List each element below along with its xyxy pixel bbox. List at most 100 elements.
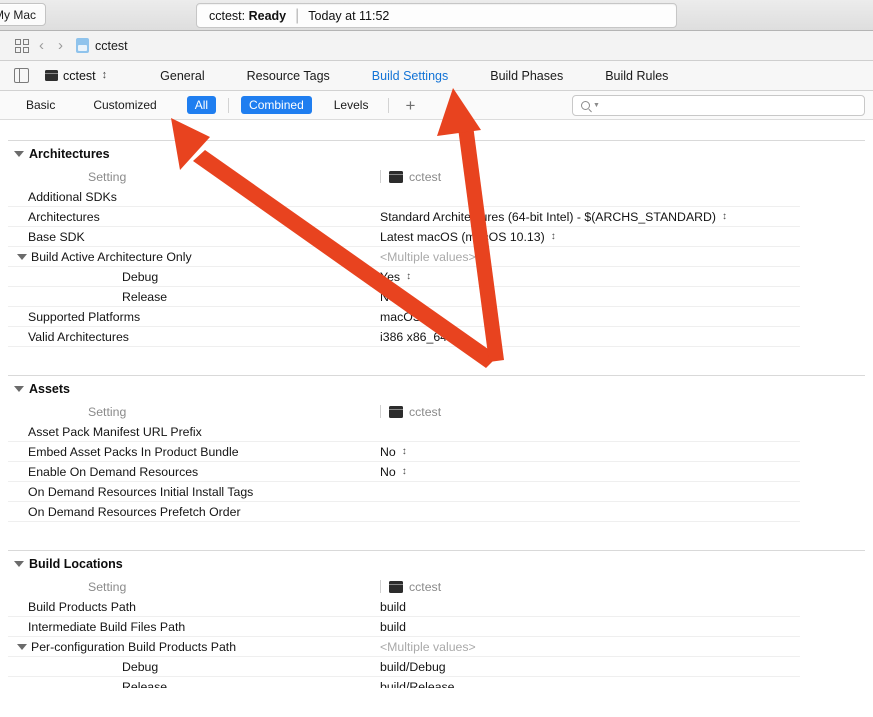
setting-value-label: <Multiple values>	[380, 250, 476, 264]
setting-value-cell[interactable]: <Multiple values>	[380, 640, 873, 654]
chevron-left-icon[interactable]: ‹	[32, 38, 51, 53]
setting-value-label: <Multiple values>	[380, 640, 476, 654]
setting-value-cell[interactable]: build	[380, 620, 873, 634]
tab-build-phases[interactable]: Build Phases	[469, 69, 584, 83]
build-setting-row[interactable]: Valid Architectures i386 x86_64	[0, 327, 873, 347]
build-setting-row[interactable]: Enable On Demand Resources No ↕	[0, 462, 873, 482]
chevron-updown-icon[interactable]: ↕	[402, 292, 407, 302]
filter-basic[interactable]: Basic	[18, 96, 63, 114]
table-column-header: Setting cctest	[0, 401, 873, 422]
setting-name-label: Additional SDKs	[28, 190, 117, 204]
tab-resource-tags[interactable]: Resource Tags	[226, 69, 351, 83]
build-setting-row[interactable]: On Demand Resources Prefetch Order	[0, 502, 873, 522]
setting-value-cell[interactable]: build/Debug	[380, 660, 873, 674]
setting-value-label: build/Debug	[380, 660, 446, 674]
column-header-target: cctest	[380, 170, 873, 184]
chevron-updown-icon[interactable]: ↕	[551, 232, 556, 242]
disclosure-triangle-icon[interactable]	[14, 561, 24, 567]
status-scheme-label: cctest: Ready	[209, 8, 287, 23]
chevron-updown-icon[interactable]: ↕	[722, 212, 727, 222]
build-setting-row[interactable]: Debug Yes ↕	[0, 267, 873, 287]
build-setting-row[interactable]: Per-configuration Build Products Path <Mu…	[0, 637, 873, 657]
status-separator: |	[295, 6, 300, 24]
search-input[interactable]	[602, 99, 864, 112]
filter-all[interactable]: All	[186, 96, 217, 114]
setting-name-cell: Base SDK	[0, 230, 380, 244]
setting-value-cell[interactable]: Standard Architectures (64-bit Intel) - …	[380, 210, 873, 224]
build-setting-row[interactable]: Build Active Architecture Only <Multiple …	[0, 247, 873, 267]
settings-section: Architectures Setting cctest Additional SDK…	[0, 140, 873, 375]
tab-build-settings[interactable]: Build Settings	[351, 69, 469, 83]
setting-value-cell[interactable]: No ↕	[380, 290, 873, 304]
build-setting-row[interactable]: Intermediate Build Files Path build	[0, 617, 873, 637]
setting-value-cell[interactable]: Yes ↕	[380, 270, 873, 284]
setting-value-label: Latest macOS (macOS 10.13)	[380, 230, 545, 244]
setting-value-cell[interactable]: macOS ↕	[380, 310, 873, 324]
setting-name-cell: Supported Platforms	[0, 310, 380, 324]
setting-name-label: Release	[122, 680, 168, 688]
target-selector[interactable]: cctest ↕	[45, 69, 107, 83]
disclosure-triangle-icon[interactable]	[17, 644, 27, 650]
editor-tabs: General Resource Tags Build Settings Bui…	[139, 69, 689, 83]
build-setting-row[interactable]: Asset Pack Manifest URL Prefix	[0, 422, 873, 442]
section-header[interactable]: Architectures	[0, 141, 873, 166]
build-setting-row[interactable]: Release build/Release	[0, 677, 873, 688]
grid-icon[interactable]	[12, 38, 32, 54]
setting-name-cell: Debug	[0, 270, 380, 284]
build-setting-row[interactable]: Base SDK Latest macOS (macOS 10.13) ↕	[0, 227, 873, 247]
project-document-icon	[76, 38, 89, 53]
search-field-wrapper: ▼	[572, 95, 865, 116]
filter-customized[interactable]: Customized	[85, 96, 164, 114]
build-setting-row[interactable]: Build Products Path build	[0, 597, 873, 617]
scheme-destination-button[interactable]: My Mac	[0, 3, 46, 26]
chevron-updown-icon[interactable]: ↕	[427, 312, 432, 322]
setting-group[interactable]: Per-configuration Build Products Path	[0, 640, 236, 654]
disclosure-triangle-icon[interactable]	[17, 254, 27, 260]
filter-divider	[228, 97, 230, 113]
filter-combined[interactable]: Combined	[241, 96, 312, 114]
build-setting-row[interactable]: Release No ↕	[0, 287, 873, 307]
disclosure-triangle-icon[interactable]	[14, 386, 24, 392]
search-icon	[581, 101, 590, 110]
setting-name-label: Debug	[122, 660, 159, 674]
setting-value-cell[interactable]: build	[380, 600, 873, 614]
build-setting-row[interactable]: Additional SDKs	[0, 187, 873, 207]
chevron-updown-icon[interactable]: ↕	[402, 447, 407, 457]
sidebar-toggle-icon[interactable]	[14, 68, 29, 83]
add-user-defined-setting-button[interactable]: +	[401, 97, 419, 114]
build-setting-row[interactable]: Debug build/Debug	[0, 657, 873, 677]
setting-group[interactable]: Build Active Architecture Only	[0, 250, 192, 264]
setting-value-label: build/Release	[380, 680, 455, 688]
build-settings-table[interactable]: Architectures Setting cctest Additional SDK…	[0, 120, 873, 688]
setting-value-cell[interactable]: No ↕	[380, 445, 873, 459]
build-setting-row[interactable]: Supported Platforms macOS ↕	[0, 307, 873, 327]
setting-value-label: No	[380, 445, 396, 459]
jump-bar-path-label[interactable]: cctest	[95, 39, 128, 53]
section-header[interactable]: Assets	[0, 376, 873, 401]
tab-general[interactable]: General	[139, 69, 225, 83]
setting-value-label: No	[380, 465, 396, 479]
build-setting-row[interactable]: Architectures Standard Architectures (64-…	[0, 207, 873, 227]
filter-levels[interactable]: Levels	[326, 96, 377, 114]
tab-build-rules[interactable]: Build Rules	[584, 69, 689, 83]
setting-value-cell[interactable]: build/Release	[380, 680, 873, 688]
status-state-label: Ready	[248, 8, 287, 23]
setting-name-cell: Build Products Path	[0, 600, 380, 614]
build-setting-row[interactable]: Embed Asset Packs In Product Bundle No ↕	[0, 442, 873, 462]
disclosure-triangle-icon[interactable]	[14, 151, 24, 157]
chevron-updown-icon[interactable]: ↕	[406, 272, 411, 282]
row-separator	[8, 346, 800, 347]
chevron-updown-icon[interactable]: ↕	[402, 467, 407, 477]
target-icon	[389, 405, 403, 418]
setting-value-cell[interactable]: Latest macOS (macOS 10.13) ↕	[380, 230, 873, 244]
setting-value-cell[interactable]: <Multiple values>	[380, 250, 873, 264]
chevron-right-icon[interactable]: ›	[51, 38, 70, 53]
section-header[interactable]: Build Locations	[0, 551, 873, 576]
build-settings-filter-bar: Basic Customized All Combined Levels + ▼	[0, 91, 873, 120]
section-title-label: Build Locations	[29, 557, 123, 571]
build-setting-row[interactable]: On Demand Resources Initial Install Tags	[0, 482, 873, 502]
search-field[interactable]: ▼	[572, 95, 865, 116]
setting-value-cell[interactable]: i386 x86_64	[380, 330, 873, 344]
settings-section: Build Locations Setting cctest Build Produc…	[0, 550, 873, 688]
setting-value-cell[interactable]: No ↕	[380, 465, 873, 479]
